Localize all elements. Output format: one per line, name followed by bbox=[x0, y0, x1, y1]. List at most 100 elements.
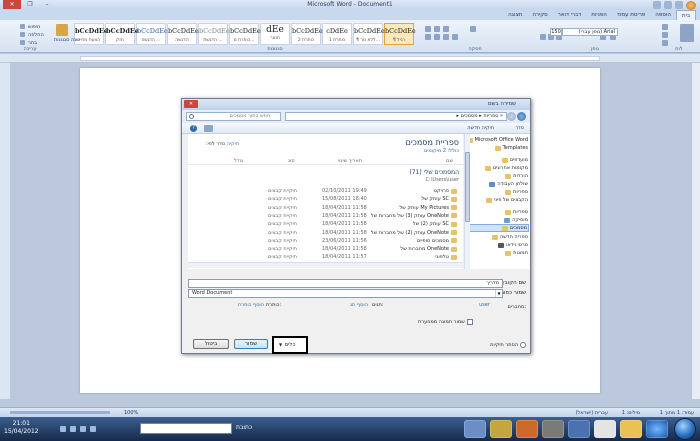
numbering-icon[interactable] bbox=[434, 26, 440, 32]
find-button[interactable]: חיפוש bbox=[28, 24, 40, 30]
bold-icon[interactable] bbox=[540, 34, 546, 40]
change-styles-icon[interactable] bbox=[56, 24, 68, 36]
cut-icon[interactable] bbox=[662, 24, 668, 30]
tab-review[interactable]: סקירה bbox=[527, 10, 552, 20]
tab-page-layout[interactable]: פריסת עמוד bbox=[612, 10, 650, 20]
language-bar-icon[interactable] bbox=[90, 426, 96, 432]
paste-icon[interactable] bbox=[680, 24, 694, 42]
media-player-icon[interactable] bbox=[594, 420, 616, 438]
page-count[interactable]: עמוד: 1 מתוך 1 bbox=[660, 410, 694, 416]
save-button[interactable]: שמור bbox=[234, 339, 268, 349]
tab-mailings[interactable]: דברי דואר bbox=[553, 10, 587, 20]
hide-folders-toggle[interactable]: הסתר תיקיות bbox=[490, 342, 526, 348]
document-scrollbar[interactable] bbox=[691, 63, 700, 399]
checkbox-icon[interactable] bbox=[466, 319, 473, 325]
table-row[interactable]: SC עותק (2) של 18/04/2011 11:58 תיקיית קב… bbox=[188, 220, 463, 228]
zoom-slider[interactable] bbox=[10, 411, 110, 414]
forward-arrow-icon[interactable] bbox=[507, 112, 516, 121]
chevron-up-icon[interactable] bbox=[520, 342, 526, 348]
office-button-icon[interactable] bbox=[686, 1, 696, 10]
horizontal-ruler[interactable] bbox=[0, 54, 700, 63]
font-name-select[interactable]: Arial (גופן עברי) bbox=[562, 28, 618, 36]
table-row[interactable]: SC עותק של 15/08/2011 18:40 תיקיית קבצים bbox=[188, 195, 463, 203]
tab-insert[interactable]: הוספה bbox=[650, 10, 676, 20]
authors-value[interactable]: user bbox=[479, 302, 490, 308]
taskbar-clock[interactable]: 21:01 15/04/2012 bbox=[4, 420, 39, 436]
nav-item[interactable]: הקבצים של פיני bbox=[485, 196, 528, 204]
address-toolbar-input[interactable] bbox=[140, 423, 232, 434]
back-arrow-icon[interactable] bbox=[517, 112, 526, 121]
column-header-date[interactable]: תאריך שינוי bbox=[338, 158, 362, 164]
style-no-spacing[interactable]: bCcDdEe ¶ ללא מר... bbox=[353, 23, 385, 45]
nav-item[interactable]: ספריות bbox=[505, 208, 528, 216]
style-title[interactable]: dEe תואר bbox=[260, 23, 290, 45]
ie-icon[interactable] bbox=[646, 420, 668, 438]
multilevel-list-icon[interactable] bbox=[443, 26, 449, 32]
replace-button[interactable]: החלפה bbox=[28, 32, 44, 38]
table-row[interactable]: OneNote עותק (2) של מחברות של 18/04/2011… bbox=[188, 229, 463, 237]
volume-icon[interactable] bbox=[70, 426, 76, 432]
font-size-select[interactable]: 150 bbox=[550, 28, 562, 36]
dialog-close-icon[interactable]: ✕ bbox=[184, 100, 198, 108]
copy-icon[interactable] bbox=[662, 32, 668, 38]
nav-item[interactable]: Templates bbox=[494, 144, 528, 152]
search-input[interactable]: חפש בתוך מסמכים bbox=[186, 112, 281, 121]
library-locations-link[interactable]: כולל: 2 מיקומים bbox=[424, 148, 459, 154]
nav-item[interactable]: סרטי וידאו bbox=[498, 241, 528, 249]
save-icon[interactable] bbox=[675, 1, 683, 9]
save-type-select[interactable]: Word Document ▼ bbox=[188, 289, 503, 298]
style-strong[interactable]: bCcDdEe חזק bbox=[105, 23, 139, 45]
tab-view[interactable]: תצוגה bbox=[503, 10, 527, 20]
nav-item[interactable]: ספריות bbox=[505, 188, 528, 196]
nav-item[interactable]: תמונות bbox=[505, 249, 528, 257]
align-center-icon[interactable] bbox=[434, 34, 440, 40]
path-breadcrumb[interactable]: « ספריות ▸ מסמכים ▸ bbox=[285, 112, 507, 121]
table-row[interactable]: מסמכים סופיים 23/06/2011 11:56 תיקיית קבצ… bbox=[188, 237, 463, 245]
style-subtle-emphasis[interactable]: bCcDdEe הדגשת ... bbox=[198, 23, 230, 45]
align-right-icon[interactable] bbox=[425, 34, 431, 40]
column-header-size[interactable]: גודל bbox=[234, 158, 243, 164]
explorer-icon[interactable] bbox=[620, 420, 642, 438]
tab-home[interactable]: בית bbox=[675, 10, 696, 20]
nav-item[interactable]: הורדות bbox=[505, 172, 528, 180]
nav-item[interactable]: מוסיקה bbox=[504, 216, 528, 224]
column-header-name[interactable]: שם bbox=[446, 158, 453, 164]
app-icon[interactable] bbox=[464, 420, 486, 438]
language-indicator[interactable]: עברית (ישראל) bbox=[576, 410, 608, 416]
nav-item[interactable]: ספריה חדשה bbox=[492, 233, 528, 241]
vertical-ruler[interactable] bbox=[0, 63, 10, 399]
file-list-hscrollbar[interactable] bbox=[188, 262, 463, 268]
nav-item-documents[interactable]: מסמכים bbox=[466, 224, 529, 232]
bullets-icon[interactable] bbox=[425, 26, 431, 32]
app-icon[interactable] bbox=[490, 420, 512, 438]
justify-icon[interactable] bbox=[452, 34, 458, 40]
undo-icon[interactable] bbox=[653, 1, 661, 9]
word-icon[interactable] bbox=[568, 420, 590, 438]
zoom-level[interactable]: 100% bbox=[124, 410, 138, 416]
tags-value[interactable]: הוסף תג bbox=[350, 302, 368, 308]
app-icon[interactable] bbox=[516, 420, 538, 438]
style-subtitle[interactable]: bCcDdEe כותרת מ... bbox=[229, 23, 261, 45]
redo-icon[interactable] bbox=[664, 1, 672, 9]
table-row[interactable]: פרויקט 02/10/2011 19:49 תיקיית קבצים bbox=[188, 187, 463, 195]
nav-item[interactable]: מועדפים bbox=[501, 156, 528, 164]
tab-references[interactable]: הפניות bbox=[586, 10, 612, 20]
title-value[interactable]: הוסף כותרת bbox=[238, 302, 264, 308]
tools-button[interactable]: ▼ כלים bbox=[272, 336, 308, 354]
style-intense-emphasis[interactable]: bCcDdEe הדגשה ... bbox=[136, 23, 168, 45]
file-list-scrollbar[interactable] bbox=[464, 134, 470, 269]
new-folder-button[interactable]: תיקיה חדשה bbox=[467, 125, 494, 131]
views-icon[interactable] bbox=[204, 125, 213, 132]
style-heading-2[interactable]: bCcDdEe כותרת 2 bbox=[291, 23, 323, 45]
table-row[interactable]: טלפוני 18/04/2011 11:57 תיקיית קבצים bbox=[188, 253, 463, 261]
show-paragraph-marks-icon[interactable] bbox=[470, 26, 476, 32]
nav-item[interactable]: מקומות אחרונים bbox=[484, 164, 528, 172]
app-icon[interactable] bbox=[542, 420, 564, 438]
word-count[interactable]: מילים: 1 bbox=[622, 410, 640, 416]
style-emphasis[interactable]: bCcDdEe הדגשה bbox=[167, 23, 199, 45]
save-thumbnail-checkbox[interactable]: שמור תמונה ממוזערת bbox=[418, 319, 473, 325]
flag-icon[interactable] bbox=[80, 426, 86, 432]
cancel-button[interactable]: ביטול bbox=[193, 339, 229, 349]
nav-item[interactable]: Microsoft Office Word bbox=[466, 136, 528, 144]
filename-input[interactable]: מדריך bbox=[188, 279, 503, 288]
